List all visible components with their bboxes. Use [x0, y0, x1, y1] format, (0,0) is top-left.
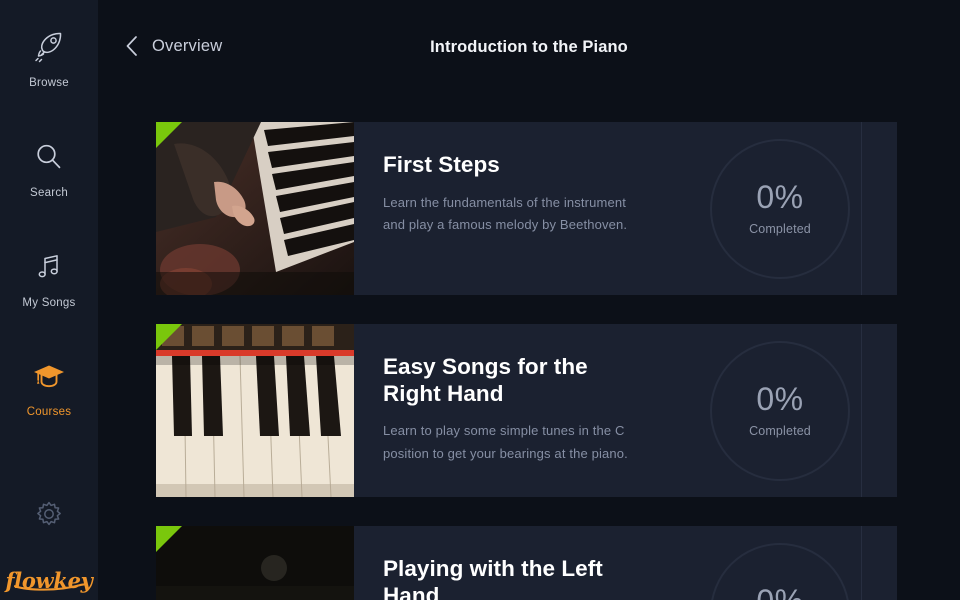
progress-percent: 0%: [756, 381, 804, 417]
new-badge-icon: [156, 122, 182, 148]
new-badge-icon: [156, 526, 182, 552]
progress-percent: 0%: [756, 179, 804, 215]
sidebar-item-browse[interactable]: Browse: [0, 26, 98, 89]
new-badge-icon: [156, 324, 182, 350]
card-divider: [861, 122, 862, 295]
app-root: Browse Search My Songs Courses flowkey O…: [0, 0, 960, 600]
course-info: First Steps Learn the fundamentals of th…: [354, 122, 862, 295]
sidebar-item-label: Search: [30, 187, 68, 199]
course-card[interactable]: Playing with the Left Hand 0% Completed: [156, 526, 897, 600]
card-divider: [861, 324, 862, 497]
page-header: Overview Introduction to the Piano: [98, 0, 960, 96]
course-description: Learn the fundamentals of the instrument…: [383, 194, 628, 233]
hand-playing-piano-keys-photo: [156, 122, 354, 295]
sidebar-item-label: Browse: [29, 77, 69, 89]
course-thumbnail: [156, 526, 354, 600]
course-thumbnail: [156, 324, 354, 497]
flowkey-logo[interactable]: flowkey: [0, 570, 98, 591]
sidebar-item-settings[interactable]: [0, 495, 98, 533]
sidebar: Browse Search My Songs Courses flowkey: [0, 0, 98, 600]
hand-on-dark-piano-photo: [156, 526, 354, 600]
card-divider: [861, 526, 862, 600]
progress-percent: 0%: [756, 585, 803, 600]
course-card[interactable]: Easy Songs for the Right Hand Learn to p…: [156, 324, 897, 497]
sidebar-item-label: My Songs: [22, 297, 76, 309]
course-thumbnail: [156, 122, 354, 295]
rocket-icon: [32, 26, 66, 68]
progress-ring: 0% Completed: [710, 340, 850, 481]
page-title: Introduction to the Piano: [430, 38, 628, 56]
course-info: Playing with the Left Hand: [354, 526, 862, 600]
gear-icon: [34, 495, 64, 533]
course-description: Learn to play some simple tunes in the C…: [383, 423, 628, 461]
sidebar-item-my-songs[interactable]: My Songs: [0, 246, 98, 309]
course-title: Easy Songs for the Right Hand: [383, 354, 588, 406]
progress-ring: 0% Completed: [710, 138, 850, 279]
sidebar-item-search[interactable]: Search: [0, 136, 98, 199]
logo-swash-icon: [13, 583, 86, 591]
course-title: First Steps: [383, 152, 500, 177]
course-title: Playing with the Left Hand: [383, 556, 603, 600]
course-list: First Steps Learn the fundamentals of th…: [98, 96, 960, 600]
graduation-cap-icon: [31, 355, 67, 397]
sidebar-item-courses[interactable]: Courses: [0, 355, 98, 418]
magnifier-icon: [32, 136, 66, 178]
sidebar-item-label: Courses: [26, 406, 72, 418]
main-content: Overview Introduction to the Piano First…: [98, 0, 960, 600]
progress-label: Completed: [749, 424, 811, 438]
progress-label: Completed: [749, 222, 811, 236]
course-card[interactable]: First Steps Learn the fundamentals of th…: [156, 122, 897, 295]
progress-ring: 0% Completed: [710, 542, 850, 600]
music-note-icon: [32, 246, 66, 288]
course-info: Easy Songs for the Right Hand Learn to p…: [354, 324, 862, 497]
piano-keyboard-closeup-photo: [156, 324, 354, 497]
